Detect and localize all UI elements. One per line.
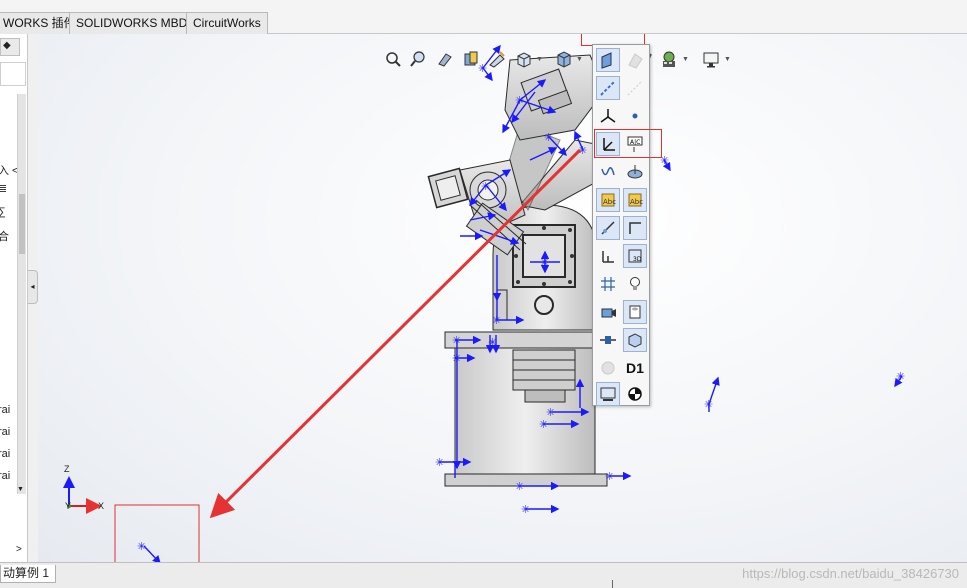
view-monitor-icon[interactable] — [596, 382, 620, 406]
zoom-to-area-icon[interactable] — [408, 48, 430, 70]
svg-text:Abc: Abc — [603, 198, 616, 206]
commandmanager-tabbar: WORKS 插件 SOLIDWORKS MBD CircuitWorks — [0, 0, 967, 34]
watermark-text: https://blog.csdn.net/baidu_38426730 — [742, 566, 959, 581]
scroll-down-icon[interactable]: ▼ — [17, 486, 24, 493]
view-all-annotations-icon[interactable] — [623, 160, 647, 184]
panel-collapse-handle[interactable]: ◂ — [28, 270, 38, 304]
expand-arrow-icon[interactable]: ◆ — [3, 40, 11, 51]
svg-text:3D: 3D — [633, 256, 642, 263]
svg-text:✳: ✳ — [544, 131, 553, 144]
dimension-label-text: D1 — [626, 360, 644, 376]
triad-y-label: Y — [65, 501, 72, 511]
previous-view-icon[interactable] — [434, 48, 456, 70]
svg-text:✳: ✳ — [605, 470, 614, 483]
view-sketches-icon[interactable]: Abc — [623, 188, 647, 212]
svg-text:✳: ✳ — [452, 334, 461, 347]
tab-solidworks-mbd[interactable]: SOLIDWORKS MBD — [69, 12, 195, 34]
chevron-down-icon[interactable]: ▼ — [576, 56, 583, 63]
svg-text:A|C: A|C — [630, 139, 640, 146]
tree-item-fragment[interactable]: ≣ — [0, 182, 7, 195]
chevron-down-icon[interactable]: ▼ — [682, 56, 689, 63]
view-settings-icon[interactable] — [700, 48, 722, 70]
section-view-icon[interactable] — [460, 48, 482, 70]
apply-scene-icon[interactable] — [658, 48, 680, 70]
study-tab[interactable]: 动算例 1 — [0, 565, 57, 583]
tree-item-fragment[interactable]: rai — [0, 426, 10, 438]
hide-show-items-flyout: A|C Abc Abc 3D D1 — [592, 44, 662, 406]
chevron-down-icon[interactable]: ▼ — [536, 56, 543, 63]
view-3d-sketch-planes-icon[interactable] — [623, 216, 647, 240]
zoom-to-fit-icon[interactable] — [382, 48, 404, 70]
view-curves-icon[interactable] — [596, 132, 620, 156]
view-cameras-icon[interactable] — [596, 272, 620, 296]
reference-triad — [63, 476, 102, 514]
svg-text:✳: ✳ — [481, 180, 490, 193]
view-points-icon[interactable] — [623, 76, 647, 100]
view-origins-icon[interactable] — [596, 104, 620, 128]
view-dimension-label-icon-3d[interactable] — [623, 328, 647, 352]
tree-scrollbar[interactable] — [17, 94, 26, 494]
svg-text:✳: ✳ — [492, 314, 501, 327]
tree-item-fragment[interactable]: ∑ — [0, 206, 6, 218]
model-scene: ✳ ✳✳✳ ✳✳✳ ✳✳✳ ✳✳✳ ✳✳✳ ✳✳✳ ✳ — [63, 44, 905, 562]
tree-item-fragment[interactable]: 合 — [0, 228, 9, 244]
view-sketch-relations-icon[interactable]: Abc — [596, 188, 620, 212]
view-orientation-icon[interactable] — [512, 48, 534, 70]
triad-z-label: Z — [64, 464, 70, 474]
view-decals-icon[interactable] — [623, 272, 647, 296]
view-temporary-axes-icon[interactable] — [596, 76, 620, 100]
view-lights-icon[interactable]: 3D — [623, 244, 647, 268]
svg-text:✳: ✳ — [488, 336, 497, 349]
tree-item-fragment[interactable]: rai — [0, 448, 10, 460]
view-parting-lines-icon[interactable]: A|C — [623, 132, 647, 156]
tree-item-fragment[interactable]: 入 < — [0, 162, 18, 178]
feature-manager-panel: ◆ 入 < ≣ ∑ 合 rai rai rai rai ▼ > — [0, 34, 28, 562]
bottom-bar: 动算例 1 https://blog.csdn.net/baidu_384267… — [0, 562, 967, 588]
scrollbar-thumb[interactable] — [19, 194, 25, 254]
svg-text:✳: ✳ — [539, 418, 548, 431]
svg-text:✳: ✳ — [435, 456, 444, 469]
view-dimension-names-icon[interactable] — [596, 216, 620, 240]
svg-text:✳: ✳ — [137, 540, 146, 553]
robot-arm-model[interactable] — [427, 54, 608, 487]
view-annotations-icon[interactable] — [596, 160, 620, 184]
triad-x-label: X — [98, 501, 105, 511]
view-dimension-label-icon[interactable]: D1 — [623, 356, 647, 380]
svg-text:Abc: Abc — [630, 198, 643, 206]
annotation-highlight-box — [114, 504, 200, 562]
view-live-section-planes-icon[interactable] — [596, 356, 620, 380]
svg-text:✳: ✳ — [896, 370, 905, 383]
view-axes-icon[interactable] — [623, 48, 647, 72]
view-coordinate-systems-icon[interactable] — [623, 104, 647, 128]
chevron-down-icon[interactable]: ▼ — [724, 56, 731, 63]
display-style-icon[interactable] — [552, 48, 574, 70]
svg-text:✳: ✳ — [521, 503, 530, 516]
svg-text:✳: ✳ — [704, 398, 713, 411]
turntable-hole — [534, 295, 554, 315]
tree-item-fragment[interactable]: rai — [0, 404, 10, 416]
view-weld-bead-icon[interactable] — [623, 300, 647, 324]
tab-circuitworks[interactable]: CircuitWorks — [186, 12, 268, 34]
panel-filter-box[interactable] — [0, 62, 26, 86]
svg-text:✳: ✳ — [540, 256, 549, 269]
svg-text:✳: ✳ — [660, 154, 669, 167]
base-plate — [444, 473, 608, 487]
view-center-of-mass-icon[interactable] — [623, 382, 647, 406]
view-planes-icon[interactable] — [596, 48, 620, 72]
dynamic-annotation-views-icon[interactable] — [486, 48, 508, 70]
svg-text:✳: ✳ — [515, 94, 524, 107]
view-routing-points-icon[interactable] — [596, 300, 620, 324]
tree-item-fragment[interactable]: rai — [0, 470, 10, 482]
svg-text:✳: ✳ — [452, 352, 461, 365]
svg-text:✳: ✳ — [515, 480, 524, 493]
view-grid-icon[interactable] — [596, 244, 620, 268]
panel-header: ◆ — [0, 38, 20, 56]
graphics-area[interactable]: ✳ ✳ ✳ ✳ ✳ ✳ ✳ ✳ ✳ ✳ ✳ ✳ ✳ ✳ ✳ ✳ ✳ ✳ ✳ ✳ … — [38, 34, 967, 562]
view-mates-icon[interactable] — [596, 328, 620, 352]
scroll-right-icon[interactable]: > — [16, 544, 22, 555]
status-divider — [612, 580, 618, 588]
